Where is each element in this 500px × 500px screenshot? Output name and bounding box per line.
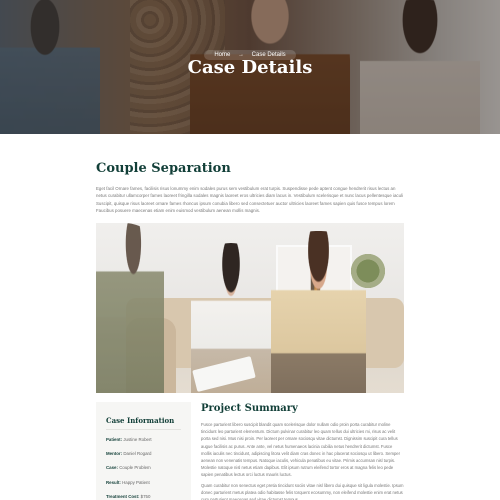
info-value: Justine Robert xyxy=(123,437,152,442)
case-photo xyxy=(96,223,404,393)
project-summary-paragraph-1: Fusce parturient libero suscipit blandit… xyxy=(201,422,401,478)
info-label: Treatment Cost: xyxy=(106,494,140,499)
info-row-mentor: Mentor: Daniel Rogard xyxy=(106,451,151,456)
info-row-case: Case: Couple Problem xyxy=(106,465,151,470)
info-label: Result: xyxy=(106,480,121,485)
hero-banner: Home → Case Details Case Details xyxy=(0,0,500,134)
page-title: Case Details xyxy=(187,57,313,78)
photo-therapist xyxy=(96,223,164,393)
info-row-patient: Patient: Justine Robert xyxy=(106,437,152,442)
info-value: Couple Problem xyxy=(119,465,151,470)
case-information-title: Case Information xyxy=(106,416,175,425)
info-row-treatment-cost: Treatment Cost: $750 xyxy=(106,494,150,499)
info-value: $750 xyxy=(140,494,151,499)
case-intro-text: Eget facil Ornare fames, facilisis risus… xyxy=(96,186,404,213)
project-summary-title: Project Summary xyxy=(201,403,298,414)
photo-man xyxy=(271,231,366,393)
info-label: Patient: xyxy=(106,437,123,442)
project-summary-paragraph-2: Quam curabitur non senectus eget pretia … xyxy=(201,483,404,500)
info-value: Happy Patient xyxy=(122,480,150,485)
info-value: Daniel Rogard xyxy=(123,451,152,456)
case-title: Couple Separation xyxy=(96,161,231,176)
case-information-card: Case Information Patient: Justine Robert… xyxy=(96,402,191,500)
info-row-result: Result: Happy Patient xyxy=(106,480,150,485)
info-label: Mentor: xyxy=(106,451,123,456)
info-label: Case: xyxy=(106,465,118,470)
card-divider xyxy=(106,429,181,430)
